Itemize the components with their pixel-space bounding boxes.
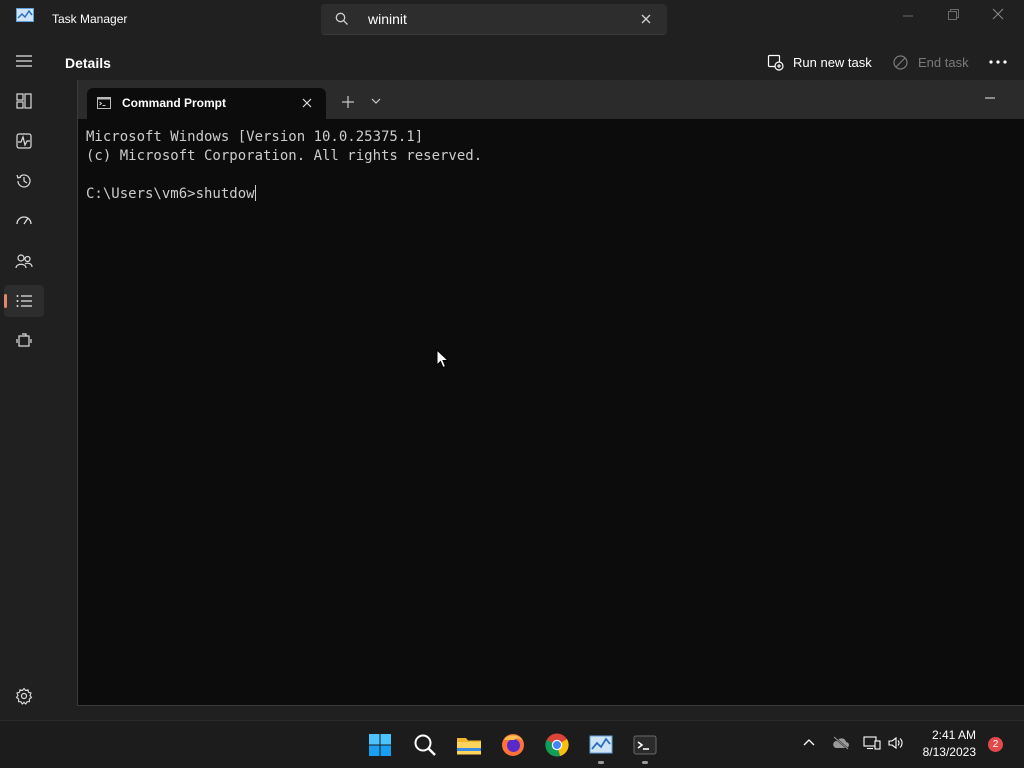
new-tab-icon[interactable] <box>340 94 356 110</box>
task-manager-app-icon <box>16 8 34 22</box>
details-icon <box>16 295 32 307</box>
run-new-task-label: Run new task <box>793 55 872 70</box>
network-icon[interactable] <box>863 736 881 750</box>
start-icon[interactable] <box>366 731 394 759</box>
taskbar: 2:41 AM 8/13/2023 2 <box>0 720 1024 768</box>
chevron-down-icon[interactable] <box>370 96 382 106</box>
task-manager-running-indicator <box>598 761 604 764</box>
text-cursor <box>254 185 256 201</box>
page-title: Details <box>65 55 111 71</box>
console-line: ​ <box>86 166 482 185</box>
terminal-icon[interactable] <box>631 731 659 759</box>
processes-icon <box>16 93 32 109</box>
clear-search-icon[interactable] <box>639 12 653 26</box>
tab-title: Command Prompt <box>122 96 227 110</box>
search-icon[interactable] <box>411 731 439 759</box>
terminal-tab-bar: Command Prompt <box>78 80 1024 119</box>
startup-apps-icon <box>16 216 32 225</box>
minimize-window-icon[interactable] <box>893 6 923 26</box>
volume-icon[interactable] <box>888 736 904 750</box>
end-task-icon <box>893 55 908 70</box>
close-tab-icon[interactable] <box>301 97 313 109</box>
command-prompt-icon <box>97 97 111 109</box>
sidebar-item-performance[interactable] <box>4 125 44 157</box>
clock-date[interactable]: 8/13/2023 <box>923 745 976 759</box>
sidebar-item-settings[interactable] <box>4 680 44 712</box>
search-box[interactable]: wininit <box>321 4 667 35</box>
users-icon <box>15 254 33 269</box>
clock-time[interactable]: 2:41 AM <box>932 728 976 742</box>
console-line: (c) Microsoft Corporation. All rights re… <box>86 148 483 164</box>
chevron-up-icon[interactable] <box>802 736 816 750</box>
hamburger-menu-icon <box>16 55 32 67</box>
navigation-sidebar <box>0 40 48 720</box>
console-input: C:\Users\vm6>shutdow <box>86 186 255 202</box>
tab-command-prompt[interactable]: Command Prompt <box>87 88 326 119</box>
command-prompt-window: Command Prompt Microsoft Windows [Versio… <box>77 80 1024 706</box>
search-input[interactable]: wininit <box>368 11 407 27</box>
console-prompt-line: C:\Users\vm6>shutdow <box>86 185 482 204</box>
sidebar-item-processes[interactable] <box>4 85 44 117</box>
sidebar-item-details[interactable] <box>4 285 44 317</box>
console-output[interactable]: Microsoft Windows [Version 10.0.25375.1]… <box>86 128 482 204</box>
sidebar-item-startup-apps[interactable] <box>4 205 44 237</box>
window-title: Task Manager <box>52 12 128 26</box>
terminal-running-indicator <box>642 761 648 764</box>
end-task-label: End task <box>918 55 969 70</box>
restore-window-icon[interactable] <box>938 6 968 26</box>
notification-badge[interactable]: 2 <box>988 737 1003 752</box>
app-history-icon <box>16 174 31 188</box>
run-new-task-icon <box>767 54 784 71</box>
task-manager-titlebar: Task Manager wininit <box>0 0 1024 40</box>
settings-icon <box>15 687 33 705</box>
search-icon <box>335 12 348 25</box>
sidebar-item-app-history[interactable] <box>4 165 44 197</box>
onedrive-offline-icon[interactable] <box>832 736 850 750</box>
sidebar-item-users[interactable] <box>4 245 44 277</box>
file-explorer-icon[interactable] <box>455 731 483 759</box>
console-line: Microsoft Windows [Version 10.0.25375.1] <box>86 129 424 145</box>
task-manager-icon[interactable] <box>587 731 615 759</box>
services-icon <box>16 333 32 347</box>
firefox-icon[interactable] <box>499 731 527 759</box>
chrome-icon[interactable] <box>543 731 571 759</box>
close-window-icon[interactable] <box>983 6 1013 26</box>
mouse-pointer-icon <box>436 349 450 369</box>
sidebar-item-services[interactable] <box>4 325 44 357</box>
minimize-terminal-icon[interactable] <box>983 94 997 102</box>
more-options-icon[interactable] <box>984 52 1012 72</box>
hamburger-menu-button[interactable] <box>4 45 44 77</box>
performance-icon <box>16 133 32 149</box>
